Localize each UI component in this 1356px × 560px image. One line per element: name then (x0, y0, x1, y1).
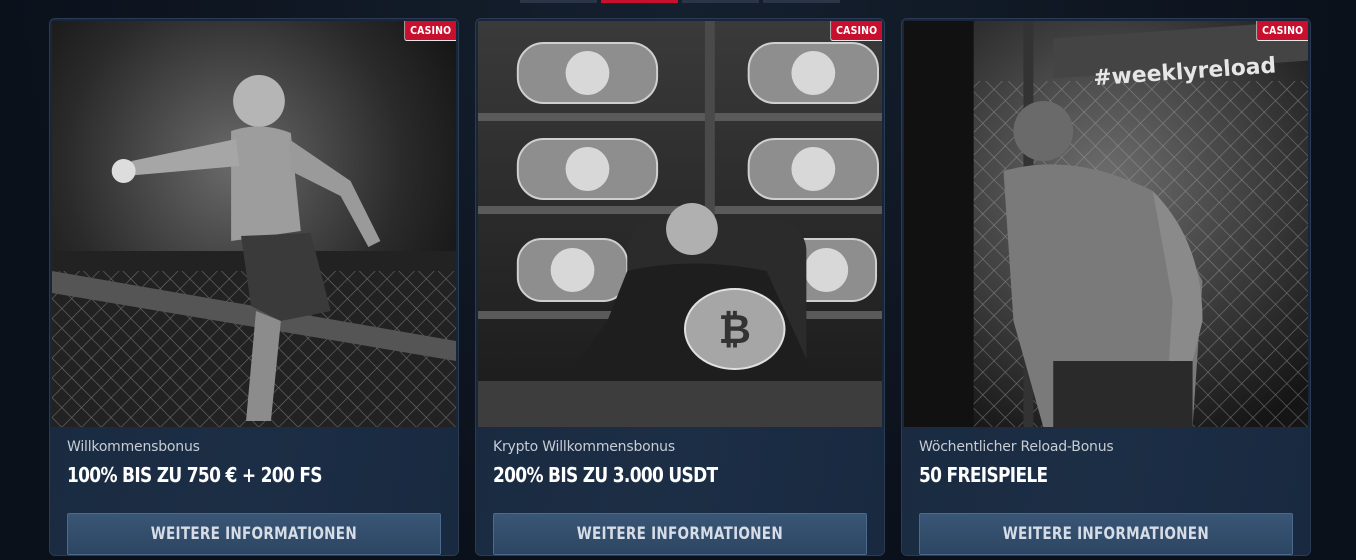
tab-indicator-active[interactable] (601, 0, 678, 3)
card-subtitle: Willkommensbonus (67, 439, 200, 455)
card-image-reload-fighter: #weeklyreload CASINO (904, 21, 1308, 427)
more-info-button[interactable]: WEITERE INFORMATIONEN (67, 513, 441, 555)
casino-badge: CASINO (829, 21, 882, 41)
more-info-button-label: WEITERE INFORMATIONEN (576, 524, 784, 544)
tab-indicator[interactable] (682, 0, 759, 3)
fighter-photo: #weeklyreload (904, 21, 1308, 427)
casino-badge: CASINO (1255, 21, 1308, 41)
card-title: 100% BIS ZU 750 € + 200 FS (67, 463, 323, 487)
top-tab-indicators (520, 0, 840, 3)
svg-text:₿: ₿ (719, 307, 751, 353)
more-info-button[interactable]: WEITERE INFORMATIONEN (493, 513, 867, 555)
card-image-mma-fighter: CASINO (52, 21, 456, 427)
card-body: Krypto Willkommensbonus 200% BIS ZU 3.00… (476, 427, 884, 555)
fighter-photo: ₿ (478, 21, 882, 427)
casino-badge: CASINO (403, 21, 456, 41)
card-subtitle: Krypto Willkommensbonus (493, 439, 675, 455)
card-image-crypto-fighter: ₿ CASINO (478, 21, 882, 427)
fighter-photo (52, 21, 456, 427)
card-title: 200% BIS ZU 3.000 USDT (493, 463, 718, 487)
card-subtitle: Wöchentlicher Reload-Bonus (919, 439, 1114, 455)
more-info-button-label: WEITERE INFORMATIONEN (150, 524, 358, 544)
card-title: 50 FREISPIELE (919, 463, 1048, 487)
more-info-button[interactable]: WEITERE INFORMATIONEN (919, 513, 1293, 555)
tab-indicator[interactable] (520, 0, 597, 3)
tab-indicator[interactable] (763, 0, 840, 3)
bonus-card-reload[interactable]: #weeklyreload CASINO Wöchentlicher Reloa… (901, 18, 1311, 556)
card-body: Willkommensbonus 100% BIS ZU 750 € + 200… (50, 427, 458, 555)
bonus-card-welcome[interactable]: CASINO Willkommensbonus 100% BIS ZU 750 … (49, 18, 459, 556)
bonus-card-crypto[interactable]: ₿ CASINO Krypto Willkommensbonus 200% BI… (475, 18, 885, 556)
card-body: Wöchentlicher Reload-Bonus 50 FREISPIELE… (902, 427, 1310, 555)
more-info-button-label: WEITERE INFORMATIONEN (1002, 524, 1210, 544)
